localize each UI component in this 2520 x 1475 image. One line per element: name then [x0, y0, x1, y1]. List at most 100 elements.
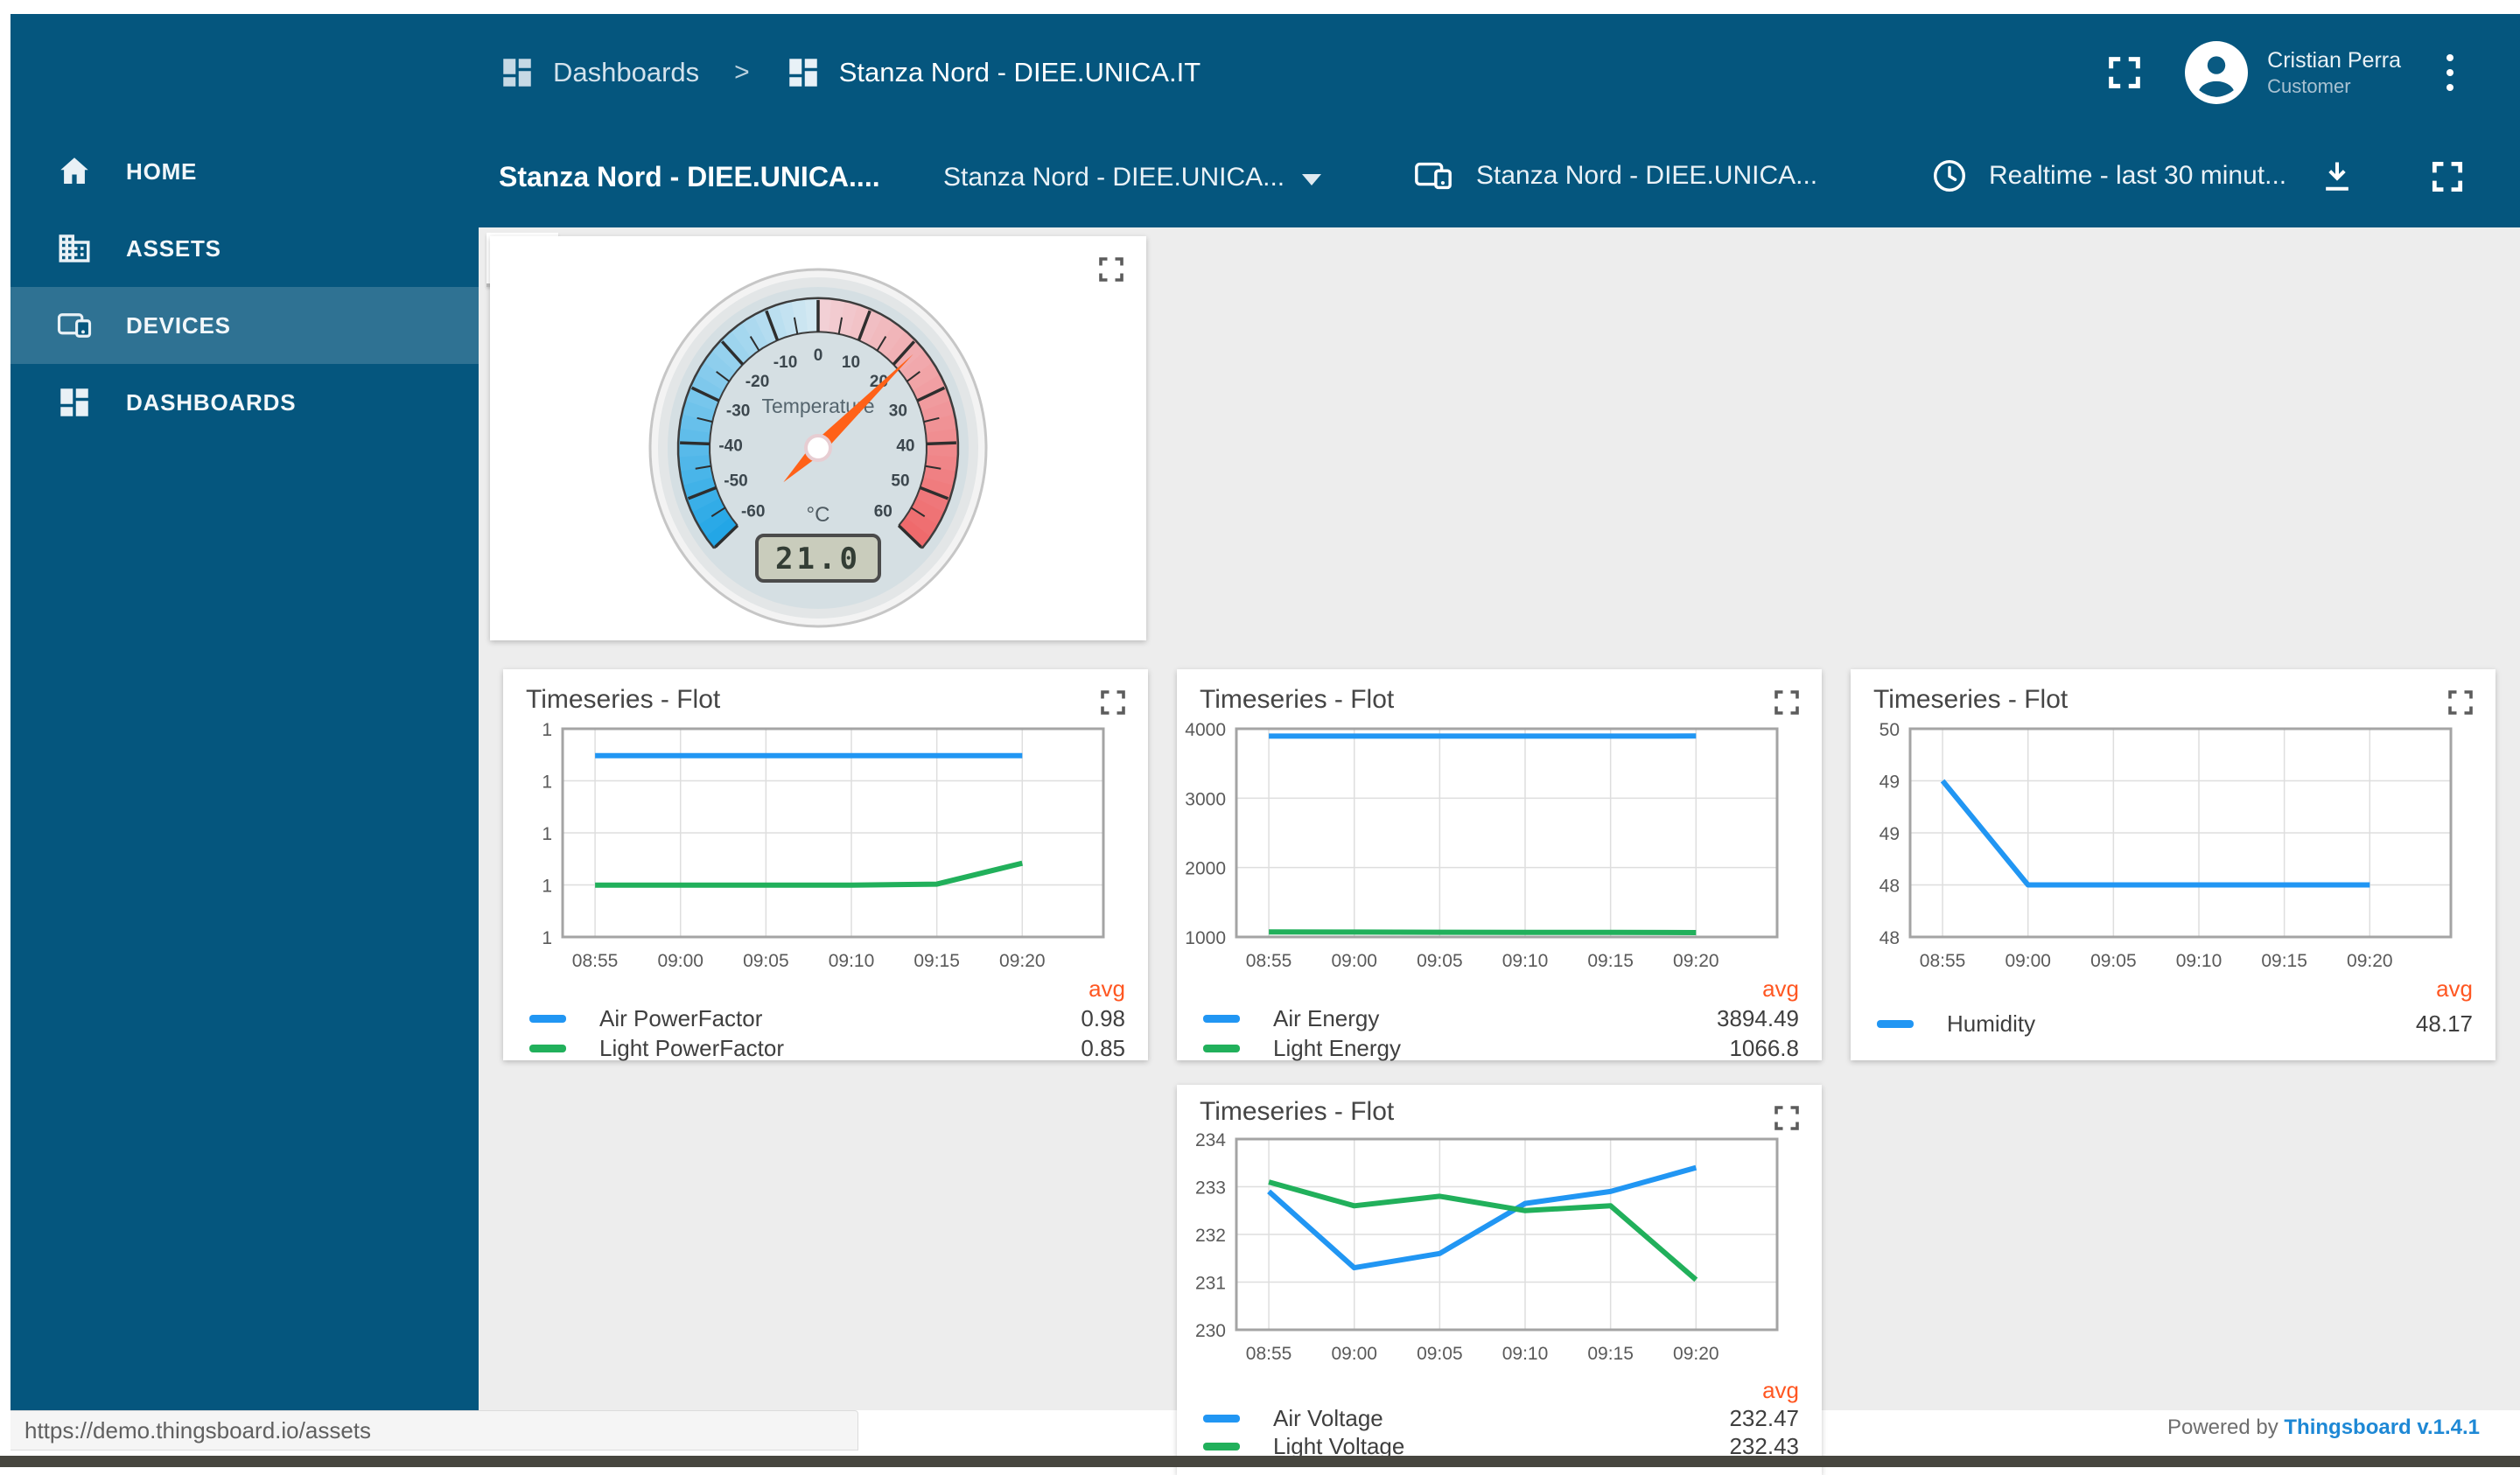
sidebar: HOME ASSETS DEVICES DASHBOARDS — [10, 14, 479, 1410]
svg-text:50: 50 — [891, 472, 909, 491]
user-name: Cristian Perra — [2267, 47, 2401, 74]
svg-text:-20: -20 — [746, 373, 769, 391]
status-url: https://demo.thingsboard.io/assets — [10, 1417, 371, 1444]
svg-text:09:00: 09:00 — [1331, 1344, 1377, 1364]
sidebar-item-dashboards[interactable]: DASHBOARDS — [10, 364, 479, 441]
svg-text:09:15: 09:15 — [914, 951, 960, 971]
legend-row: Air Energy 3894.49 — [1203, 1005, 1799, 1031]
device-entity-select[interactable]: Stanza Nord - DIEE.UNICA... — [1413, 156, 1817, 196]
breadcrumb-current-dashboard[interactable]: Stanza Nord - DIEE.UNICA.IT — [785, 54, 1200, 91]
widget-title: Timeseries - Flot — [1873, 685, 2068, 715]
user-menu[interactable]: Cristian Perra Customer — [2185, 41, 2401, 104]
flot-line-chart: 08:5509:0009:0509:1009:1509:202342332322… — [1184, 1132, 1814, 1370]
series-name: Light Energy — [1273, 1035, 1401, 1062]
svg-text:1: 1 — [542, 722, 552, 740]
widget-timeseries-voltage: Timeseries - Flot 08:5509:0009:0509:1009… — [1177, 1085, 1822, 1475]
widget-fullscreen-button[interactable] — [1097, 687, 1129, 721]
svg-text:09:05: 09:05 — [2090, 951, 2137, 971]
series-swatch — [529, 1045, 566, 1052]
svg-text:09:05: 09:05 — [1417, 1344, 1463, 1364]
svg-text:1: 1 — [542, 928, 552, 948]
series-swatch — [1203, 1015, 1240, 1023]
timewindow-select[interactable]: Realtime - last 30 minut... — [1929, 156, 2286, 196]
breadcrumb-separator: > — [734, 58, 750, 87]
svg-text:48: 48 — [1880, 877, 1900, 897]
legend-row: Light Energy 1066.8 — [1203, 1035, 1799, 1061]
widget-title: Timeseries - Flot — [1200, 685, 1394, 715]
breadcrumb-dashboards[interactable]: Dashboards — [499, 54, 699, 91]
user-role: Customer — [2267, 74, 2401, 99]
widget-fullscreen-button[interactable] — [2445, 687, 2476, 721]
flot-line-chart: 08:5509:0009:0509:1009:1509:205049494848 — [1858, 722, 2488, 977]
fullscreen-icon — [1097, 687, 1129, 718]
clock-icon — [1929, 156, 1970, 196]
svg-text:-50: -50 — [724, 472, 747, 491]
home-icon — [56, 153, 93, 190]
svg-text:1: 1 — [542, 824, 552, 844]
legend-row: Light PowerFactor 0.85 — [529, 1035, 1125, 1061]
svg-text:09:15: 09:15 — [1587, 1344, 1634, 1364]
svg-text:50: 50 — [1880, 722, 1900, 740]
sidebar-item-home[interactable]: HOME — [10, 133, 479, 210]
devices-icon — [1413, 156, 1453, 196]
top-header: Dashboards > Stanza Nord - DIEE.UNICA.IT… — [479, 14, 2520, 131]
assets-icon — [56, 230, 93, 267]
legend-row: Air Voltage 232.47 — [1203, 1405, 1799, 1431]
series-swatch — [1203, 1443, 1240, 1451]
thingsboard-version-link[interactable]: Thingsboard v.1.4.1 — [2284, 1416, 2480, 1439]
export-download-button[interactable] — [2318, 157, 2356, 196]
svg-text:09:20: 09:20 — [999, 951, 1046, 971]
svg-text:49: 49 — [1880, 824, 1900, 844]
fullscreen-icon — [2428, 157, 2467, 196]
series-name: Air PowerFactor — [599, 1005, 762, 1032]
chevron-down-icon — [1302, 174, 1321, 185]
window-bottom-edge — [0, 1456, 2520, 1467]
dashboard-toolbar: Stanza Nord - DIEE.UNICA.... Stanza Nord… — [479, 131, 2520, 227]
widget-timeseries-humidity: Timeseries - Flot 08:5509:0009:0509:1009… — [1851, 669, 2496, 1060]
series-avg-value: 232.47 — [1729, 1405, 1799, 1432]
svg-text:3000: 3000 — [1185, 789, 1226, 809]
sidebar-item-devices[interactable]: DEVICES — [10, 287, 479, 364]
widget-timeseries-powerfactor: Timeseries - Flot 08:5509:0009:0509:1009… — [503, 669, 1148, 1060]
svg-text:234: 234 — [1195, 1132, 1226, 1150]
svg-text:09:20: 09:20 — [2347, 951, 2393, 971]
widget-timeseries-energy: Timeseries - Flot 08:5509:0009:0509:1009… — [1177, 669, 1822, 1060]
fullscreen-icon — [1096, 254, 1127, 285]
legend-agg-header: avg — [1762, 1377, 1799, 1404]
status-url-tooltip: https://demo.thingsboard.io/assets — [10, 1410, 858, 1451]
fullscreen-icon — [2104, 52, 2145, 93]
toolbar-fullscreen-button[interactable] — [2428, 157, 2467, 196]
svg-text:08:55: 08:55 — [572, 951, 619, 971]
legend-agg-header: avg — [2436, 975, 2473, 1003]
series-avg-value: 1066.8 — [1729, 1035, 1799, 1062]
dashboards-icon — [56, 384, 93, 421]
svg-text:-10: -10 — [774, 353, 797, 372]
svg-text:232: 232 — [1195, 1226, 1226, 1246]
breadcrumb: Dashboards > Stanza Nord - DIEE.UNICA.IT — [499, 14, 1200, 131]
devices-icon — [56, 307, 93, 344]
dashboard-state-select[interactable]: Stanza Nord - DIEE.UNICA... — [943, 163, 1321, 192]
flot-line-chart: 08:5509:0009:0509:1009:1509:2011111 — [510, 722, 1140, 977]
widget-temperature-gauge: -60-50-40-30-20-100102030405060Temperatu… — [490, 236, 1146, 640]
svg-text:°C: °C — [807, 503, 830, 527]
series-avg-value: 3894.49 — [1717, 1005, 1799, 1032]
widget-title: Timeseries - Flot — [526, 685, 720, 715]
svg-text:09:20: 09:20 — [1673, 951, 1719, 971]
svg-text:1: 1 — [542, 877, 552, 897]
widget-fullscreen-button[interactable] — [1096, 254, 1127, 288]
fullscreen-button[interactable] — [2104, 52, 2145, 93]
widget-fullscreen-button[interactable] — [1771, 687, 1802, 721]
download-icon — [2318, 157, 2356, 196]
more-menu-button[interactable] — [2441, 49, 2459, 96]
svg-text:09:15: 09:15 — [2261, 951, 2307, 971]
series-avg-value: 48.17 — [2416, 1010, 2473, 1038]
series-swatch — [1203, 1045, 1240, 1052]
sidebar-item-label: HOME — [126, 158, 197, 185]
sidebar-item-assets[interactable]: ASSETS — [10, 210, 479, 287]
svg-text:09:00: 09:00 — [657, 951, 704, 971]
legend-agg-header: avg — [1762, 975, 1799, 1003]
svg-text:230: 230 — [1195, 1321, 1226, 1341]
fullscreen-icon — [2445, 687, 2476, 718]
svg-text:40: 40 — [896, 437, 914, 455]
footer: Powered by Thingsboard v.1.4.1 — [2167, 1416, 2480, 1440]
